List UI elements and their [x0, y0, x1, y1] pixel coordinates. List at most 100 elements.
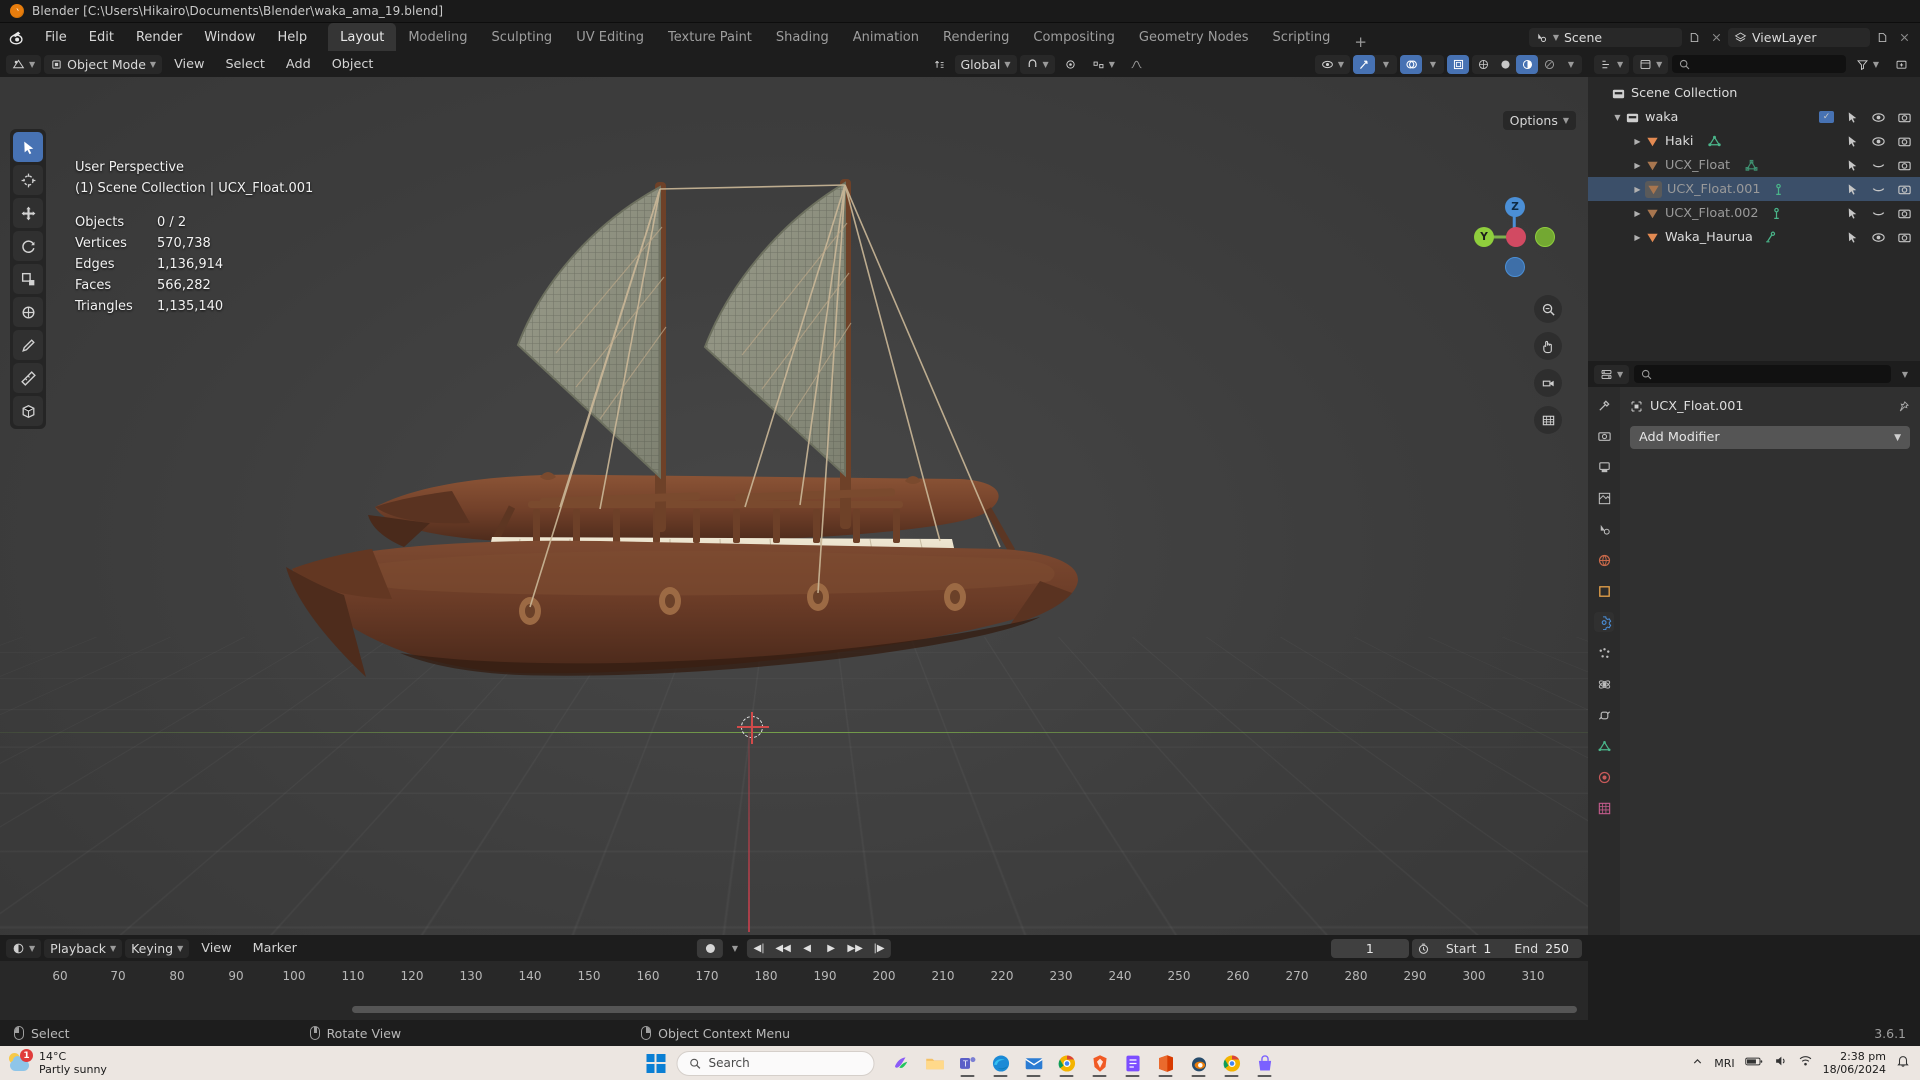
overlay-options-chevron-down-icon[interactable]: ▼	[1422, 55, 1444, 74]
start-button[interactable]	[641, 1048, 671, 1078]
viewport-3d[interactable]: ▼ Object Mode ▼ View Select Add Object G…	[0, 51, 1588, 935]
new-viewlayer-icon[interactable]	[1872, 28, 1892, 47]
zoom-view-button[interactable]	[1534, 295, 1562, 323]
selectable-cursor-icon[interactable]	[1845, 134, 1860, 149]
taskbar-app-blender[interactable]	[1184, 1048, 1214, 1078]
pin-id-icon[interactable]	[1897, 400, 1910, 413]
blender-logo-menu-icon[interactable]	[0, 23, 34, 51]
auto-keying-toggle[interactable]	[696, 938, 723, 958]
outliner-row-waka[interactable]: ▼ waka ✓	[1588, 105, 1920, 129]
expand-arrow-icon[interactable]: ▶	[1630, 161, 1645, 170]
disable-in-render-camera-icon[interactable]	[1897, 182, 1912, 197]
timeline-scrollbar-thumb[interactable]	[352, 1006, 1577, 1013]
taskbar-weather-widget[interactable]: 1 14°C Partly sunny	[8, 1049, 107, 1076]
proportional-edit-button[interactable]	[1058, 55, 1083, 74]
selectable-cursor-icon[interactable]	[1845, 110, 1860, 125]
viewport-menu-object[interactable]: Object	[323, 57, 383, 72]
move-tool-button[interactable]	[13, 198, 43, 228]
collapse-arrow-icon[interactable]: ▼	[1610, 113, 1625, 122]
taskbar-app-file-explorer[interactable]	[920, 1048, 950, 1078]
viewport-menu-view[interactable]: View	[165, 57, 213, 72]
tab-modifiers[interactable]	[1594, 612, 1614, 632]
workspace-tab-texture-paint[interactable]: Texture Paint	[656, 23, 764, 51]
taskbar-app-store[interactable]	[1250, 1048, 1280, 1078]
timeline-scrollbar[interactable]	[0, 1006, 1588, 1014]
hide-in-viewport-closed-eye-icon[interactable]	[1871, 182, 1886, 197]
disable-in-render-camera-icon[interactable]	[1897, 206, 1912, 221]
tray-input-indicator[interactable]: MRI	[1714, 1057, 1734, 1070]
unlink-scene-icon[interactable]	[1706, 28, 1726, 47]
jump-to-start-button[interactable]: ◀|	[747, 943, 771, 954]
tab-material[interactable]	[1594, 767, 1614, 787]
workspace-tab-modeling[interactable]: Modeling	[396, 23, 479, 51]
editor-type-selector[interactable]: ▼	[6, 54, 42, 74]
selectable-cursor-icon[interactable]	[1845, 158, 1860, 173]
tab-output[interactable]	[1594, 457, 1614, 477]
tab-physics[interactable]	[1594, 674, 1614, 694]
tab-object-data[interactable]	[1594, 736, 1614, 756]
taskbar-clock[interactable]: 2:38 pm 18/06/2024	[1823, 1050, 1886, 1076]
gizmo-axis-neg-z[interactable]	[1505, 257, 1525, 277]
workspace-tab-layout[interactable]: Layout	[328, 23, 397, 51]
taskbar-app-chrome[interactable]	[1052, 1048, 1082, 1078]
timeline-menu-marker[interactable]: Marker	[244, 941, 306, 956]
timeline-menu-view[interactable]: View	[192, 941, 240, 956]
material-preview-shading-button[interactable]	[1516, 54, 1538, 74]
taskbar-app-mail[interactable]	[1019, 1048, 1049, 1078]
expand-arrow-icon[interactable]: ▶	[1630, 209, 1645, 218]
properties-search-input[interactable]	[1634, 365, 1891, 383]
rotate-tool-button[interactable]	[13, 231, 43, 261]
jump-to-end-button[interactable]: |▶	[867, 943, 891, 954]
object-mode-selector[interactable]: Object Mode ▼	[44, 54, 163, 74]
tab-view-layer[interactable]	[1594, 488, 1614, 508]
tab-particles[interactable]	[1594, 643, 1614, 663]
disable-in-render-camera-icon[interactable]	[1897, 110, 1912, 125]
tab-render[interactable]	[1594, 426, 1614, 446]
workspace-tab-shading[interactable]: Shading	[764, 23, 841, 51]
shading-options-chevron-down-icon[interactable]: ▼	[1560, 55, 1582, 74]
disable-in-render-camera-icon[interactable]	[1897, 230, 1912, 245]
tray-battery-icon[interactable]	[1744, 1055, 1763, 1072]
taskbar-search-box[interactable]: Search	[676, 1050, 875, 1076]
gizmo-axis-z[interactable]: Z	[1505, 197, 1525, 217]
auto-keying-chevron-down-icon[interactable]: ▼	[726, 939, 744, 958]
expand-arrow-icon[interactable]: ▶	[1630, 185, 1645, 194]
viewport-menu-select[interactable]: Select	[216, 57, 273, 72]
timeline-ruler[interactable]: 60 70 80 90 100 110 120 130 140 150 160 …	[0, 961, 1588, 991]
toggle-orthographic-button[interactable]	[1534, 406, 1562, 434]
outliner-row-ucx-float-002[interactable]: ▶ UCX_Float.002	[1588, 201, 1920, 225]
workspace-tab-compositing[interactable]: Compositing	[1021, 23, 1127, 51]
navigation-gizmo[interactable]: Z Y	[1472, 195, 1556, 279]
workspace-tab-sculpting[interactable]: Sculpting	[479, 23, 564, 51]
gizmo-options-chevron-down-icon[interactable]: ▼	[1375, 55, 1397, 74]
solid-shading-button[interactable]	[1494, 55, 1516, 74]
disable-in-render-camera-icon[interactable]	[1897, 134, 1912, 149]
timeline-menu-keying[interactable]: Keying ▼	[125, 938, 190, 958]
tray-volume-icon[interactable]	[1773, 1054, 1788, 1072]
add-workspace-button[interactable]: +	[1342, 33, 1379, 51]
notification-bell-icon[interactable]	[1896, 1054, 1910, 1072]
outliner-editor[interactable]: ▼ ▼ ▼ Scene Collection ▼ waka ✓ ▶ Haki ▶…	[1588, 51, 1920, 361]
menu-file[interactable]: File	[34, 23, 78, 51]
menu-render[interactable]: Render	[125, 23, 193, 51]
current-frame-field[interactable]: 1	[1330, 938, 1409, 958]
taskbar-app-office[interactable]	[1151, 1048, 1181, 1078]
properties-editor[interactable]: ▼ ▼ UCX_Float.001 Add Modifier ▼	[1588, 361, 1920, 935]
tray-expand-chevron-up-icon[interactable]	[1691, 1055, 1704, 1072]
outliner-row-haki[interactable]: ▶ Haki	[1588, 129, 1920, 153]
tab-constraints[interactable]	[1594, 705, 1614, 725]
outliner-new-collection-icon[interactable]	[1889, 55, 1914, 74]
add-cube-tool-button[interactable]	[13, 396, 43, 426]
taskbar-app-brave[interactable]	[1085, 1048, 1115, 1078]
workspace-tab-rendering[interactable]: Rendering	[931, 23, 1021, 51]
disable-in-render-camera-icon[interactable]	[1897, 158, 1912, 173]
menu-window[interactable]: Window	[193, 23, 266, 51]
tab-scene[interactable]	[1594, 519, 1614, 539]
viewport-menu-add[interactable]: Add	[277, 57, 320, 72]
selectable-cursor-icon[interactable]	[1845, 182, 1860, 197]
menu-help[interactable]: Help	[267, 23, 319, 51]
transform-tool-button[interactable]	[13, 297, 43, 327]
rendered-shading-button[interactable]	[1538, 55, 1560, 74]
taskbar-app-edge[interactable]	[986, 1048, 1016, 1078]
tray-network-icon[interactable]	[1798, 1054, 1813, 1072]
